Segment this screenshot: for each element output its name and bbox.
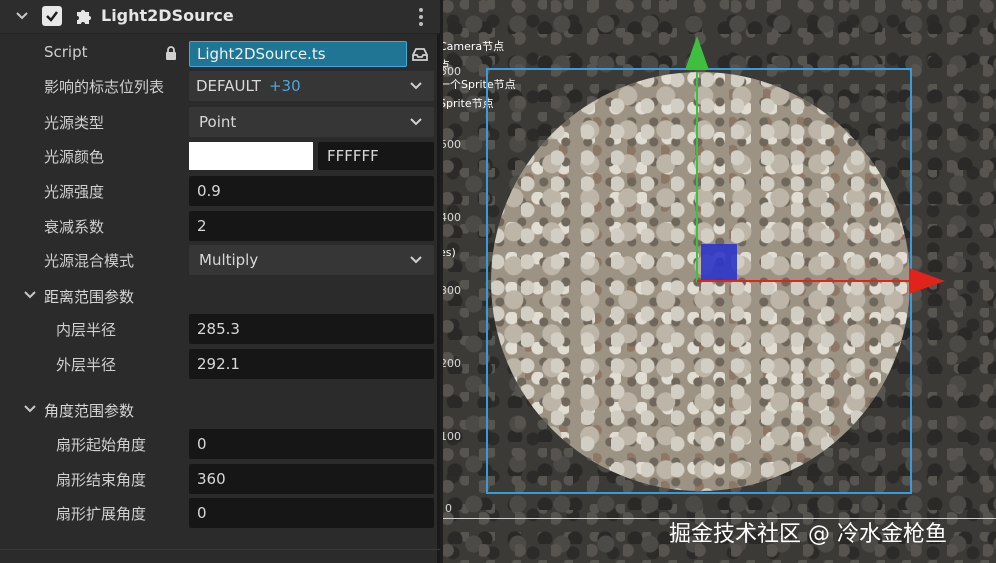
light-type-value: Point [199, 113, 237, 131]
outer-radius-label: 外层半径 [56, 356, 117, 374]
start-angle-row: 扇形起始角度 0 [0, 429, 440, 459]
y-axis-arrow-icon [685, 36, 709, 70]
end-angle-value: 360 [197, 470, 226, 488]
light-type-label: 光源类型 [44, 114, 105, 132]
light-type-dropdown[interactable]: Point [189, 107, 434, 137]
x-axis-arrow-icon [909, 268, 945, 294]
outer-radius-row: 外层半径 292.1 [0, 349, 440, 379]
end-angle-input[interactable]: 360 [189, 464, 434, 494]
more-options-icon[interactable] [414, 6, 428, 28]
enabled-checkbox[interactable] [42, 6, 62, 26]
color-hex-input[interactable]: FFFFFF [318, 142, 434, 170]
spread-angle-label: 扇形扩展角度 [56, 505, 147, 523]
chevron-down-icon [410, 82, 422, 90]
intensity-label: 光源强度 [44, 183, 105, 201]
falloff-row: 衰减系数 2 [0, 211, 440, 241]
start-angle-label: 扇形起始角度 [56, 436, 147, 454]
spread-angle-row: 扇形扩展角度 0 [0, 498, 440, 528]
spread-angle-value: 0 [197, 504, 207, 522]
angle-group-label: 角度范围参数 [44, 402, 135, 420]
locate-asset-icon[interactable] [411, 45, 429, 63]
inspector-panel: Light2DSource Script Light2DSource.ts 影响… [0, 0, 440, 563]
component-title: Light2DSource [101, 6, 234, 25]
layers-row: 影响的标志位列表 DEFAULT +30 [0, 71, 440, 101]
chevron-down-icon [410, 118, 422, 126]
script-value: Light2DSource.ts [197, 45, 326, 63]
watermark: 掘金技术社区 @ 冷水金枪鱼 [669, 522, 947, 547]
layers-extra-count: +30 [268, 77, 301, 95]
falloff-label: 衰减系数 [44, 218, 105, 236]
blend-mode-label: 光源混合模式 [44, 252, 135, 270]
layers-label: 影响的标志位列表 [44, 78, 165, 96]
script-asset-field[interactable]: Light2DSource.ts [189, 41, 407, 67]
blend-mode-dropdown[interactable]: Multiply [189, 245, 434, 275]
script-label: Script [44, 43, 88, 61]
spread-angle-input[interactable]: 0 [189, 498, 434, 528]
blend-mode-value: Multiply [199, 251, 259, 269]
transform-gizmo[interactable] [443, 0, 996, 563]
outer-radius-value: 292.1 [197, 355, 240, 373]
inner-radius-row: 内层半径 285.3 [0, 314, 440, 344]
end-angle-label: 扇形结束角度 [56, 471, 147, 489]
divider [0, 549, 440, 550]
color-hex-value: FFFFFF [327, 147, 379, 165]
component-puzzle-icon [77, 10, 91, 24]
start-angle-input[interactable]: 0 [189, 429, 434, 459]
lock-icon [166, 46, 176, 60]
color-swatch[interactable] [189, 142, 313, 170]
range-group-label: 距离范围参数 [44, 288, 135, 306]
angle-group-header[interactable]: 角度范围参数 [0, 395, 440, 425]
light-type-row: 光源类型 Point [0, 107, 440, 137]
xy-plane-handle [701, 244, 737, 280]
intensity-row: 光源强度 0.9 [0, 176, 440, 206]
start-angle-value: 0 [197, 435, 207, 453]
falloff-input[interactable]: 2 [189, 211, 434, 241]
light-color-label: 光源颜色 [44, 148, 105, 166]
outer-radius-input[interactable]: 292.1 [189, 349, 434, 379]
blend-mode-row: 光源混合模式 Multiply [0, 245, 440, 275]
layers-dropdown[interactable]: DEFAULT +30 [189, 71, 434, 101]
range-group-header[interactable]: 距离范围参数 [0, 281, 440, 311]
layers-value: DEFAULT [196, 77, 261, 95]
chevron-down-icon [24, 291, 36, 299]
intensity-input[interactable]: 0.9 [189, 176, 434, 206]
inner-radius-value: 285.3 [197, 320, 240, 338]
collapse-arrow-icon[interactable] [14, 8, 30, 24]
component-header[interactable]: Light2DSource [0, 0, 440, 34]
intensity-value: 0.9 [197, 182, 221, 200]
chevron-down-icon [410, 256, 422, 264]
end-angle-row: 扇形结束角度 360 [0, 464, 440, 494]
falloff-value: 2 [197, 217, 207, 235]
chevron-down-icon [24, 405, 36, 413]
inner-radius-label: 内层半径 [56, 321, 117, 339]
inner-radius-input[interactable]: 285.3 [189, 314, 434, 344]
scene-view[interactable]: Camera节点 点 一个Sprite节点 Sprite节点 es) 500 5… [443, 0, 996, 563]
